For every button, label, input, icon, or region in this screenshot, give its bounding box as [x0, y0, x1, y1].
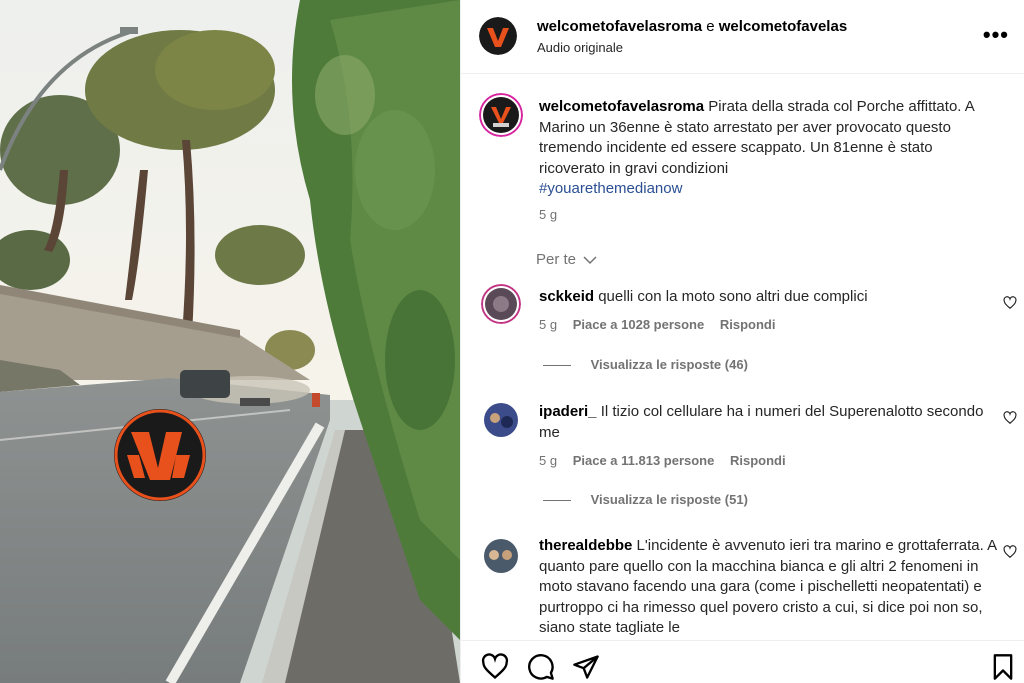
comment-filter-label: Per te — [536, 251, 577, 268]
post-header: welcometofavelasroma e welcometofavelas … — [461, 0, 1024, 74]
comment-icon[interactable] — [527, 653, 555, 681]
view-replies-label: Visualizza le risposte (51) — [590, 492, 748, 507]
video-player[interactable] — [0, 0, 460, 683]
caption-avatar[interactable] — [479, 93, 523, 137]
collab-accounts: welcometofavelasroma e welcometofavelas — [537, 18, 847, 35]
caption-timestamp: 5 g — [539, 207, 558, 222]
reply-button[interactable]: Rispondi — [720, 317, 776, 332]
account-name-secondary[interactable]: welcometofavelas — [719, 18, 847, 35]
comment-meta: 5 g Piace a 1028 persone Rispondi — [539, 317, 787, 332]
comment-body: ipaderi_ Il tizio col cellulare ha i num… — [539, 402, 999, 443]
heart-icon[interactable] — [1003, 545, 1017, 559]
comment-body: therealdebbe L'incidente è avvenuto ieri… — [539, 536, 999, 639]
account-avatar[interactable] — [479, 17, 517, 55]
heart-icon[interactable] — [1003, 296, 1017, 310]
more-options-icon[interactable]: ••• — [983, 22, 1009, 48]
heart-icon[interactable] — [1003, 411, 1017, 425]
replies-divider — [543, 500, 571, 502]
view-replies-label: Visualizza le risposte (46) — [590, 357, 748, 372]
reply-button[interactable]: Rispondi — [730, 453, 786, 468]
comment-avatar[interactable] — [481, 536, 521, 576]
chevron-down-icon — [583, 256, 597, 265]
comment-username[interactable]: sckkeid — [539, 288, 594, 305]
caption-hashtag[interactable]: #youarethemedianow — [539, 179, 1001, 200]
post-panel: welcometofavelasroma e welcometofavelas … — [460, 0, 1024, 683]
comment-username[interactable]: therealdebbe — [539, 537, 632, 554]
logo-watermark — [114, 409, 206, 501]
replies-divider — [543, 365, 571, 367]
comment-text: Il tizio col cellulare ha i numeri del S… — [539, 403, 984, 441]
audio-label[interactable]: Audio originale — [537, 40, 623, 55]
comment-time: 5 g — [539, 453, 558, 468]
collab-joiner: e — [706, 18, 715, 35]
comment-meta: 5 g Piace a 11.813 persone Rispondi — [539, 453, 798, 468]
comment-time: 5 g — [539, 317, 558, 332]
comment-body: sckkeid quelli con la moto sono altri du… — [539, 287, 999, 308]
post-action-bar — [461, 640, 1024, 683]
video-frame — [0, 0, 460, 683]
like-heart-icon[interactable] — [481, 653, 509, 681]
comment-username[interactable]: ipaderi_ — [539, 403, 597, 420]
comment-likes[interactable]: Piace a 11.813 persone — [573, 453, 715, 468]
comment-filter-dropdown[interactable]: Per te — [536, 251, 597, 268]
comment-avatar[interactable] — [481, 284, 521, 324]
share-icon[interactable] — [572, 653, 600, 681]
account-name-primary[interactable]: welcometofavelasroma — [537, 18, 702, 35]
comment-avatar[interactable] — [481, 400, 521, 440]
comment-likes[interactable]: Piace a 1028 persone — [573, 317, 705, 332]
caption-username[interactable]: welcometofavelasroma — [539, 98, 704, 115]
post-caption: welcometofavelasroma Pirata della strada… — [539, 97, 1001, 200]
bookmark-icon[interactable] — [989, 653, 1017, 681]
comment-text: quelli con la moto sono altri due compli… — [598, 288, 868, 305]
view-replies-button[interactable]: Visualizza le risposte (46) — [543, 357, 748, 372]
view-replies-button[interactable]: Visualizza le risposte (51) — [543, 492, 748, 507]
